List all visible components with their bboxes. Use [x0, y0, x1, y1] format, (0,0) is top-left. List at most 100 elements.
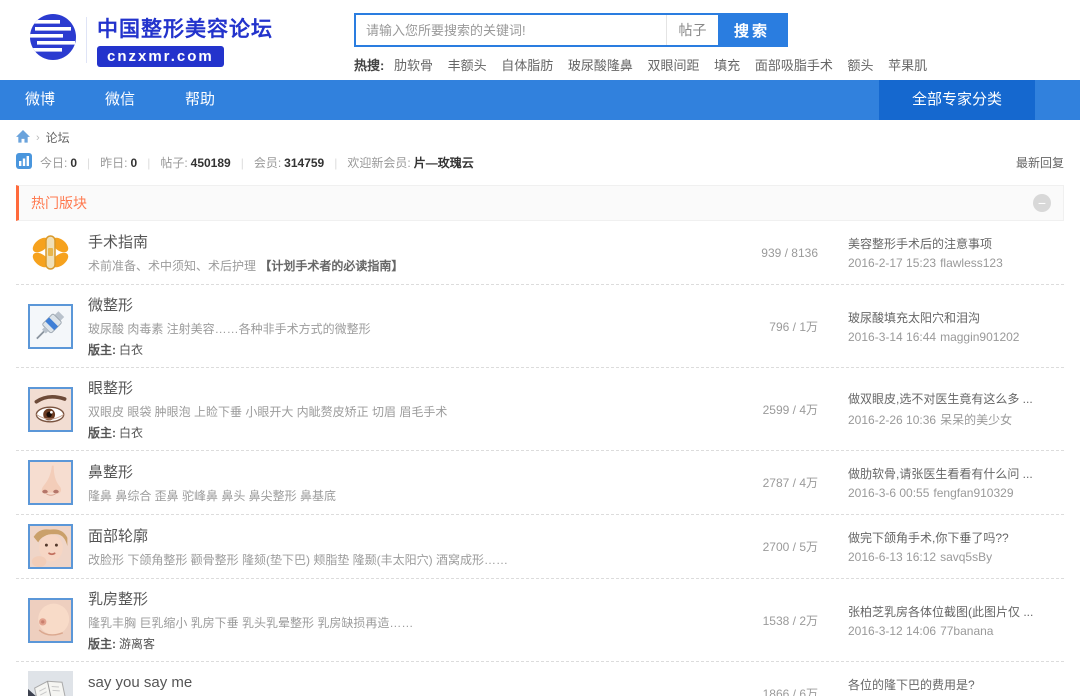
forum-moderator: 版主:白衣 [88, 424, 726, 441]
breadcrumb: › 论坛 [0, 120, 1080, 149]
globe-stripes-icon [28, 12, 78, 67]
search-area: 帖子 搜索 热搜: 肋软骨 丰额头 自体脂肪 玻尿酸隆鼻 双眼间距 填充 面部吸… [354, 12, 938, 74]
home-icon[interactable] [16, 130, 30, 146]
nose-icon[interactable] [28, 460, 73, 505]
eye-icon[interactable] [28, 387, 73, 432]
latest-post-user[interactable]: 呆呆的美少女 [940, 413, 1012, 427]
latest-post-meta: 2016-3-12 14:0677banana [848, 624, 1060, 638]
bar-chart-icon [16, 153, 32, 172]
latest-post-meta: 2016-6-13 16:12savq5sBy [848, 550, 1060, 564]
latest-post-link[interactable]: 张柏芝乳房各体位截图(此图片仅 ... [848, 603, 1060, 620]
forum-desc: 玻尿酸 肉毒素 注射美容……各种非手术方式的微整形 [88, 320, 726, 337]
syringe-icon[interactable] [28, 304, 73, 349]
search-input[interactable] [356, 15, 666, 45]
nav-item-help[interactable]: 帮助 [160, 80, 240, 120]
latest-post-user[interactable]: 77banana [940, 624, 993, 638]
forum-link[interactable]: 鼻整形 [88, 461, 133, 482]
stat-members: 会员:314759 [254, 154, 324, 171]
latest-post-user[interactable]: savq5sBy [940, 550, 992, 564]
moderator-link[interactable]: 白衣 [119, 343, 143, 357]
forum-count: 2787 / 4万 [726, 474, 818, 491]
breast-icon[interactable] [28, 598, 73, 643]
breadcrumb-forum-link[interactable]: 论坛 [46, 129, 70, 146]
latest-post-link[interactable]: 做完下颌角手术,你下垂了吗?? [848, 529, 1060, 546]
stat-today: 今日:0 [40, 154, 77, 171]
panel-title: 热门版块 [31, 193, 87, 213]
forum-desc: 改脸形 下颌角整形 颧骨整形 隆颏(垫下巴) 颊脂垫 隆颞(丰太阳穴) 酒窝成形… [88, 551, 726, 568]
latest-post-link[interactable]: 做双眼皮,选不对医生竟有这么多 ... [848, 390, 1060, 407]
latest-post-user[interactable]: maggin901202 [940, 330, 1019, 344]
stat-divider: | [241, 156, 244, 170]
latest-post-link[interactable]: 做肋软骨,请张医生看看有什么问 ... [848, 465, 1060, 482]
latest-post-link[interactable]: 各位的隆下巴的费用是? [848, 676, 1060, 693]
hot-keyword[interactable]: 苹果肌 [888, 58, 927, 73]
stat-new-member: 欢迎新会员:片—玫瑰云 [347, 154, 473, 171]
forum-count: 796 / 1万 [726, 318, 818, 335]
latest-post-link[interactable]: 美容整形手术后的注意事项 [848, 235, 1060, 252]
hot-keyword[interactable]: 双眼间距 [648, 58, 700, 73]
collapse-button[interactable]: − [1033, 194, 1051, 212]
stat-divider: | [334, 156, 337, 170]
forum-desc: 双眼皮 眼袋 肿眼泡 上睑下垂 小眼开大 内眦赘皮矫正 切眉 眉毛手术 [88, 403, 726, 420]
latest-post-meta: 2016-2-26 10:36呆呆的美少女 [848, 411, 1060, 428]
expert-categories-button[interactable]: 全部专家分类 [879, 80, 1035, 120]
latest-post-meta: 2016-3-6 00:55fengfan910329 [848, 486, 1060, 500]
search-scope-select[interactable]: 帖子 [666, 15, 718, 45]
main-nav: 微博 微信 帮助 全部专家分类 [0, 80, 1080, 120]
latest-post-meta: 2016-2-17 15:23flawless123 [848, 256, 1060, 270]
forum-count: 2700 / 5万 [726, 538, 818, 555]
nav-item-wechat[interactable]: 微信 [80, 80, 160, 120]
panel-header-hot-forums: 热门版块 − [16, 185, 1064, 221]
breadcrumb-separator: › [36, 132, 40, 144]
forum-row: 手术指南 术前准备、术中须知、术后护理 【计划手术者的必读指南】 939 / 8… [16, 221, 1064, 285]
forum-count: 1538 / 2万 [726, 612, 818, 629]
forum-link[interactable]: 手术指南 [88, 231, 148, 252]
forum-desc: 隆鼻 鼻综合 歪鼻 驼峰鼻 鼻头 鼻尖整形 鼻基底 [88, 487, 726, 504]
notebook-icon[interactable] [28, 671, 73, 696]
hot-keyword[interactable]: 填充 [714, 58, 740, 73]
latest-post-meta: 2016-3-14 16:44maggin901202 [848, 330, 1060, 344]
forum-row: say you say me 已经积累了大量原创的术后感想 手术日志 术前术后照… [16, 662, 1064, 696]
nav-item-weibo[interactable]: 微博 [0, 80, 80, 120]
stat-yesterday: 昨日:0 [100, 154, 137, 171]
hot-keyword[interactable]: 玻尿酸隆鼻 [568, 58, 633, 73]
moderator-link[interactable]: 游离客 [119, 637, 155, 651]
hot-keyword[interactable]: 丰额头 [448, 58, 487, 73]
logo-divider [86, 17, 87, 63]
guide-flower-icon[interactable] [28, 230, 73, 275]
forum-row: 微整形 玻尿酸 肉毒素 注射美容……各种非手术方式的微整形 版主:白衣 796 … [16, 285, 1064, 368]
stats-bar: 今日:0 | 昨日:0 | 帖子:450189 | 会员:314759 | 欢迎… [0, 149, 1080, 180]
forum-link[interactable]: say you say me [88, 674, 192, 691]
forum-row: 眼整形 双眼皮 眼袋 肿眼泡 上睑下垂 小眼开大 内眦赘皮矫正 切眉 眉毛手术 … [16, 368, 1064, 451]
forum-desc: 隆乳丰胸 巨乳缩小 乳房下垂 乳头乳晕整形 乳房缺损再造…… [88, 614, 726, 631]
forum-list: 手术指南 术前准备、术中须知、术后护理 【计划手术者的必读指南】 939 / 8… [16, 221, 1064, 696]
hot-keyword[interactable]: 面部吸脂手术 [755, 58, 833, 73]
forum-count: 1866 / 6万 [726, 685, 818, 696]
face-icon[interactable] [28, 524, 73, 569]
moderator-link[interactable]: 白衣 [119, 426, 143, 440]
forum-link[interactable]: 眼整形 [88, 377, 133, 398]
latest-post-link[interactable]: 玻尿酸填充太阳穴和泪沟 [848, 309, 1060, 326]
site-name: 中国整形美容论坛 [97, 13, 273, 43]
site-logo[interactable]: 中国整形美容论坛 cnzxmr.com [28, 12, 338, 67]
forum-row: 面部轮廓 改脸形 下颌角整形 颧骨整形 隆颏(垫下巴) 颊脂垫 隆颞(丰太阳穴)… [16, 515, 1064, 579]
site-header: 中国整形美容论坛 cnzxmr.com 帖子 搜索 热搜: 肋软骨 丰额头 自体… [0, 0, 1080, 80]
stat-posts: 帖子:450189 [160, 154, 230, 171]
search-button[interactable]: 搜索 [718, 15, 786, 45]
forum-moderator: 版主:游离客 [88, 635, 726, 652]
forum-link[interactable]: 乳房整形 [88, 588, 148, 609]
hot-search-bar: 热搜: 肋软骨 丰额头 自体脂肪 玻尿酸隆鼻 双眼间距 填充 面部吸脂手术 额头… [354, 55, 938, 74]
hot-search-label: 热搜: [354, 58, 384, 73]
latest-reply-link[interactable]: 最新回复 [1016, 154, 1064, 171]
forum-row: 鼻整形 隆鼻 鼻综合 歪鼻 驼峰鼻 鼻头 鼻尖整形 鼻基底 2787 / 4万 … [16, 451, 1064, 515]
forum-link[interactable]: 微整形 [88, 294, 133, 315]
hot-keyword[interactable]: 额头 [847, 58, 873, 73]
forum-count: 939 / 8136 [726, 246, 818, 260]
forum-moderator: 版主:白衣 [88, 341, 726, 358]
stat-divider: | [87, 156, 90, 170]
hot-keyword[interactable]: 自体脂肪 [501, 58, 553, 73]
latest-post-user[interactable]: flawless123 [940, 256, 1003, 270]
hot-keyword[interactable]: 肋软骨 [394, 58, 433, 73]
latest-post-user[interactable]: fengfan910329 [933, 486, 1013, 500]
forum-link[interactable]: 面部轮廓 [88, 525, 148, 546]
